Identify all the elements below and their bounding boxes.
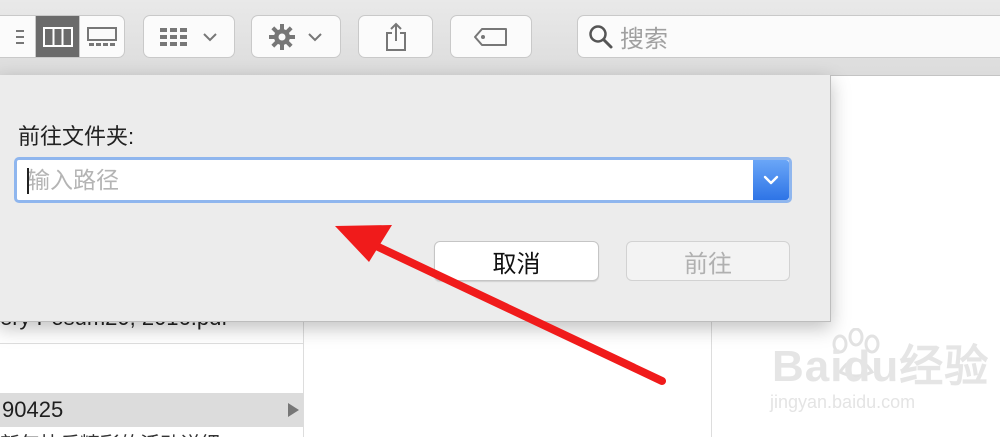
search-field[interactable]: 搜索 (577, 15, 1000, 58)
chevron-down-icon (203, 32, 217, 41)
chevron-down-icon (308, 32, 322, 41)
file-list-item[interactable]: 新年快乐精彩的活动详细 (0, 428, 303, 437)
tag-button[interactable] (450, 15, 532, 58)
group-by-button[interactable] (143, 15, 235, 58)
dialog-label: 前往文件夹: (18, 124, 135, 149)
view-mode-segmented-control[interactable] (0, 15, 125, 58)
cancel-button[interactable]: 取消 (434, 241, 599, 281)
action-button[interactable] (251, 15, 341, 58)
share-icon (385, 22, 406, 51)
disclosure-triangle-icon (288, 403, 299, 417)
share-button[interactable] (358, 15, 433, 58)
path-combo-box[interactable] (14, 157, 792, 203)
row-divider (0, 343, 303, 344)
gallery-view-button[interactable] (79, 16, 124, 57)
gallery-view-icon (87, 26, 118, 46)
text-cursor (27, 168, 29, 194)
watermark-brand: Baidu经验 (772, 342, 990, 391)
chevron-down-icon (763, 175, 779, 185)
path-input[interactable] (17, 160, 755, 200)
grid-icon (160, 27, 187, 46)
list-view-button[interactable] (0, 16, 35, 57)
tag-icon (474, 27, 507, 46)
selected-folder-row[interactable]: 90425 (0, 393, 303, 427)
path-history-dropdown-button[interactable] (753, 160, 789, 200)
baidu-watermark: Baidu经验 jingyan.baidu.com (760, 326, 1000, 426)
go-button[interactable]: 前往 (626, 241, 790, 281)
watermark-url: jingyan.baidu.com (770, 392, 916, 412)
folder-name: 90425 (2, 397, 64, 422)
finder-toolbar: 搜索 (0, 0, 1000, 76)
column-view-button[interactable] (34, 16, 80, 57)
gear-icon (269, 23, 295, 50)
search-icon (589, 24, 613, 48)
search-placeholder: 搜索 (620, 26, 668, 53)
column-view-icon (42, 26, 73, 47)
list-view-icon (15, 29, 24, 44)
go-to-folder-dialog: 前往文件夹: 取消 前往 (0, 75, 831, 322)
